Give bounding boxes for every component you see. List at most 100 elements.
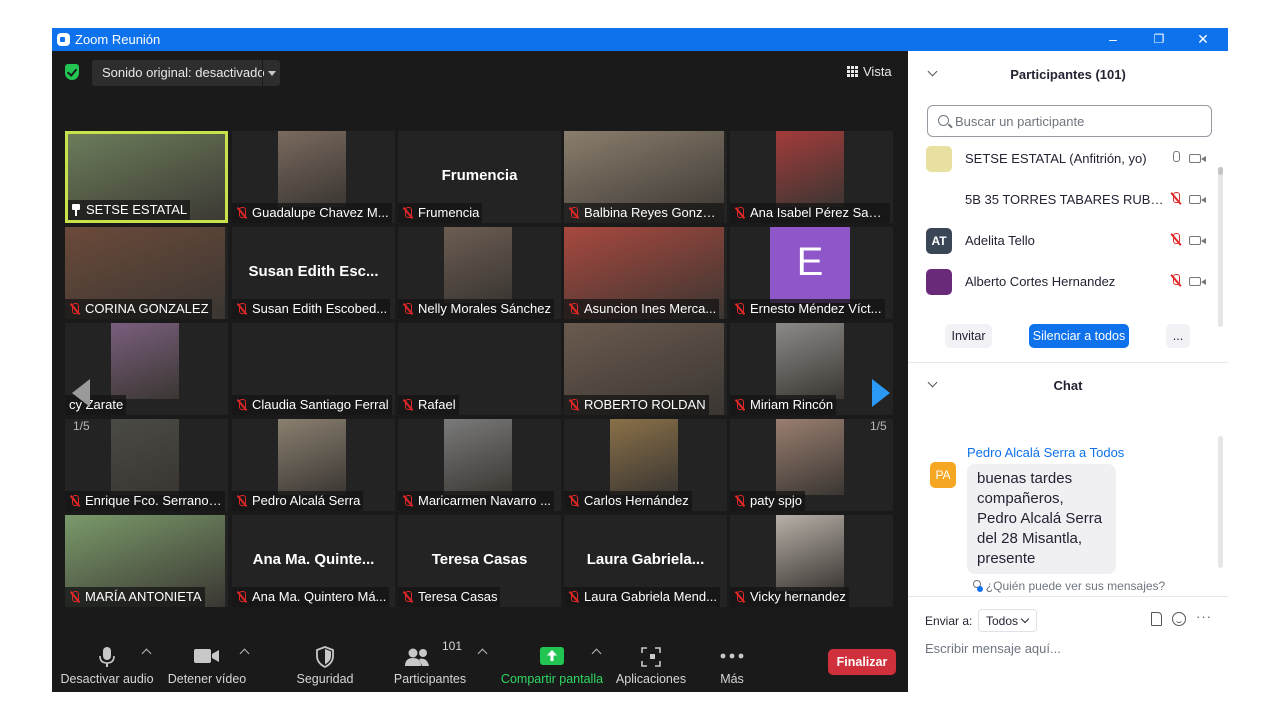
video-tile[interactable]: Carlos Hernández (564, 419, 727, 511)
participant-search-input[interactable]: Buscar un participante (927, 105, 1212, 137)
participant-row-name: SETSE ESTATAL (Anfitrión, yo) (965, 151, 1147, 166)
microphone-icon (99, 647, 115, 667)
muted-mic-icon[interactable] (1170, 192, 1182, 206)
person-visibility-icon (971, 580, 983, 592)
participant-video (278, 419, 346, 495)
minimize-button[interactable]: – (1090, 28, 1136, 51)
who-can-see-label: ¿Quién puede ver sus mensajes? (985, 579, 1166, 593)
participant-video (111, 419, 179, 495)
chevron-down-icon (1020, 614, 1030, 624)
apps-button[interactable]: Aplicaciones (613, 638, 689, 692)
video-camera-icon[interactable] (1189, 195, 1206, 204)
invite-button[interactable]: Invitar (945, 324, 992, 348)
video-tile[interactable]: Ana Isabel Pérez Sant... (730, 131, 893, 223)
participant-video (111, 323, 179, 399)
video-tile[interactable]: Claudia Santiago Ferral (232, 323, 395, 415)
participants-options-chevron-icon[interactable] (477, 648, 488, 659)
muted-mic-icon (69, 591, 81, 603)
send-to-dropdown[interactable]: Todos (978, 609, 1037, 632)
video-tile[interactable]: Rafael (398, 323, 561, 415)
participant-video (776, 323, 844, 399)
chat-more-icon[interactable]: ··· (1196, 609, 1212, 624)
video-camera-icon[interactable] (1189, 154, 1206, 163)
mute-audio-button[interactable]: Desactivar audio (60, 638, 154, 692)
participants-button[interactable]: 101 Participantes (392, 638, 468, 692)
video-tile[interactable]: Miriam Rincón (730, 323, 893, 415)
apps-label: Aplicaciones (615, 672, 687, 686)
participants-more-button[interactable]: ... (1166, 324, 1190, 348)
next-page-arrow-icon[interactable] (872, 379, 890, 407)
video-tile[interactable]: Pedro Alcalá Serra (232, 419, 395, 511)
security-button[interactable]: Seguridad (290, 638, 360, 692)
participant-display-name: Laura Gabriela... (586, 551, 705, 568)
video-tile[interactable]: ROBERTO ROLDAN (564, 323, 727, 415)
participant-name: Maricarmen Navarro ... (418, 493, 551, 508)
participant-name: Nelly Morales Sánchez (418, 301, 551, 316)
view-button[interactable]: Vista (847, 64, 892, 79)
video-tile[interactable]: paty spjo (730, 419, 893, 511)
video-tile[interactable]: Asuncion Ines Merca... (564, 227, 727, 319)
chat-scrollbar[interactable] (1218, 436, 1223, 568)
video-tile[interactable]: Ana Ma. Quinte... Ana Ma. Quintero Má... (232, 515, 395, 607)
video-tile[interactable]: Frumencia Frumencia (398, 131, 561, 223)
share-screen-button[interactable]: Compartir pantalla (498, 638, 606, 692)
participant-name: Susan Edith Escobed... (252, 301, 388, 316)
participant-name: MARÍA ANTONIETA (85, 589, 202, 604)
shield-icon (316, 646, 334, 668)
more-dots-icon (720, 653, 744, 659)
video-camera-icon[interactable] (1189, 277, 1206, 286)
participant-row[interactable]: AT Adelita Tello (908, 221, 1218, 262)
video-tile[interactable]: MARÍA ANTONIETA (65, 515, 228, 607)
video-tile[interactable]: CORINA GONZALEZ (65, 227, 228, 319)
mute-all-button[interactable]: Silenciar a todos (1029, 324, 1129, 348)
video-tile[interactable]: Vicky hernandez (730, 515, 893, 607)
participant-row[interactable]: SETSE ESTATAL (Anfitrión, yo) (908, 139, 1218, 180)
participant-name: CORINA GONZALEZ (85, 301, 209, 316)
search-placeholder: Buscar un participante (955, 114, 1085, 129)
prev-page-arrow-icon[interactable] (72, 379, 90, 407)
video-tile[interactable]: Guadalupe Chavez M... (232, 131, 395, 223)
participant-name: Pedro Alcalá Serra (252, 493, 361, 508)
file-icon[interactable] (1151, 612, 1162, 626)
who-can-see-link[interactable]: ¿Quién puede ver sus mensajes? (908, 579, 1228, 593)
video-tile[interactable]: Teresa Casas Teresa Casas (398, 515, 561, 607)
chat-message-sender[interactable]: Pedro Alcalá Serra a Todos (967, 445, 1124, 460)
participant-row[interactable]: 5B 35 TORRES TABARES RUBEN ... (908, 180, 1218, 221)
participant-list-scrollbar[interactable] (1218, 167, 1223, 327)
video-tile[interactable]: Maricarmen Navarro ... (398, 419, 561, 511)
security-shield-icon[interactable] (65, 64, 79, 80)
participant-video (444, 227, 512, 303)
stop-video-button[interactable]: Detener vídeo (164, 638, 250, 692)
section-divider (908, 362, 1228, 363)
close-button[interactable]: ✕ (1180, 28, 1226, 51)
video-tile[interactable]: Laura Gabriela... Laura Gabriela Mend... (564, 515, 727, 607)
microphone-icon[interactable] (1170, 151, 1182, 165)
muted-mic-icon (69, 303, 81, 315)
original-sound-toggle[interactable]: Sonido original: desactivado (92, 60, 280, 86)
video-tile[interactable]: Nelly Morales Sánchez (398, 227, 561, 319)
page-indicator-right: 1/5 (870, 419, 887, 433)
more-button[interactable]: Más (704, 638, 760, 692)
end-meeting-button[interactable]: Finalizar (828, 649, 896, 675)
chat-message-input[interactable]: Escribir mensaje aquí... (925, 641, 1061, 656)
participant-name-label: Ana Isabel Pérez Sant... (730, 203, 890, 223)
muted-mic-icon (69, 495, 81, 507)
participant-name: Miriam Rincón (750, 397, 834, 412)
participant-row-name: Adelita Tello (965, 233, 1035, 248)
restore-button[interactable]: ❐ (1136, 28, 1182, 51)
video-camera-icon[interactable] (1189, 236, 1206, 245)
video-camera-icon (194, 649, 219, 663)
participant-name: SETSE ESTATAL (86, 202, 188, 217)
emoji-icon[interactable] (1172, 612, 1186, 626)
participant-row[interactable]: Alberto Cortes Hernandez (908, 262, 1218, 303)
participant-display-name: Teresa Casas (431, 551, 528, 568)
muted-mic-icon[interactable] (1170, 233, 1182, 247)
video-tile[interactable]: E Ernesto Méndez Víct... (730, 227, 893, 319)
video-tile[interactable]: Balbina Reyes Gonzal... (564, 131, 727, 223)
original-sound-dropdown[interactable] (262, 60, 280, 86)
zoom-window: Zoom Reunión – ❐ ✕ Sonido original: desa… (52, 28, 1228, 692)
video-tile[interactable]: SETSE ESTATAL (65, 131, 228, 223)
video-tile[interactable]: Susan Edith Esc... Susan Edith Escobed... (232, 227, 395, 319)
page-indicator-left: 1/5 (73, 419, 90, 433)
muted-mic-icon[interactable] (1170, 274, 1182, 288)
